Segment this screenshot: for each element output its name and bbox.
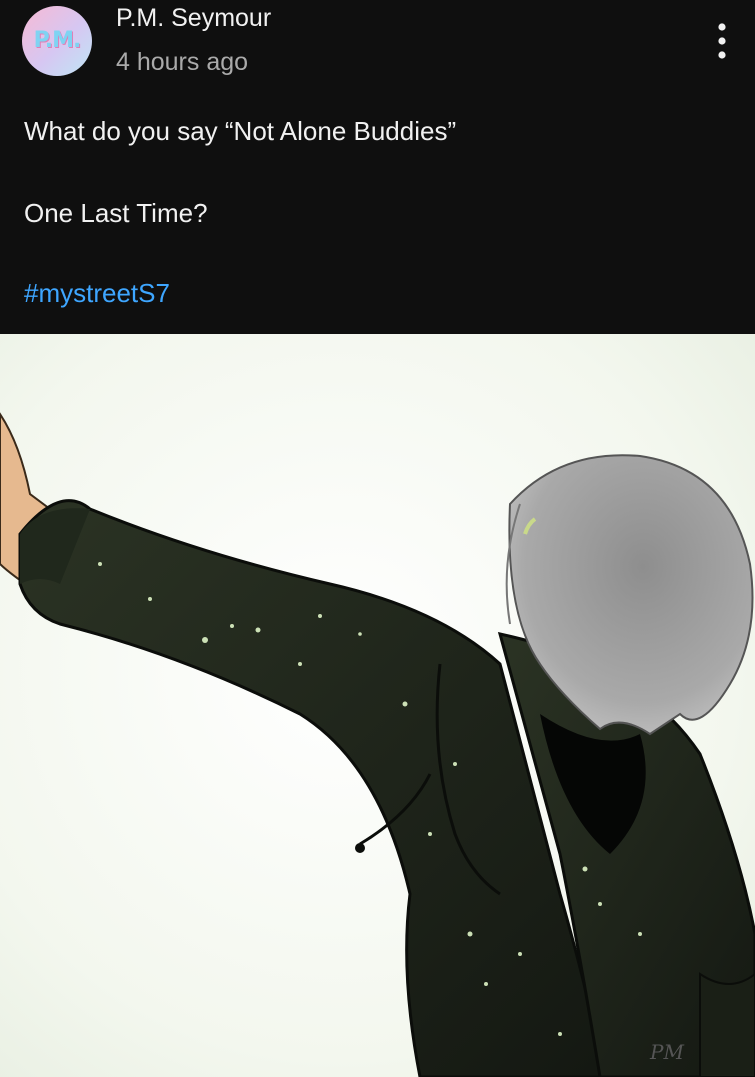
post-timestamp[interactable]: 4 hours ago: [116, 48, 248, 77]
author-name[interactable]: P.M. Seymour: [116, 4, 271, 33]
post-text-line: One Last Time?: [24, 198, 208, 228]
post-image[interactable]: PM: [0, 334, 755, 1077]
post-header: P.M. P.M. Seymour 4 hours ago What do yo…: [0, 0, 755, 334]
avatar[interactable]: P.M.: [22, 6, 92, 76]
hashtag-link[interactable]: #mystreetS7: [24, 278, 170, 309]
post-text-line: What do you say “Not Alone Buddies”: [24, 116, 457, 146]
artist-signature: PM: [649, 1040, 684, 1064]
more-options-button[interactable]: [700, 14, 744, 68]
artwork-image: PM: [0, 334, 755, 1077]
more-vert-icon: [718, 23, 726, 59]
avatar-logo: P.M.: [33, 28, 82, 53]
